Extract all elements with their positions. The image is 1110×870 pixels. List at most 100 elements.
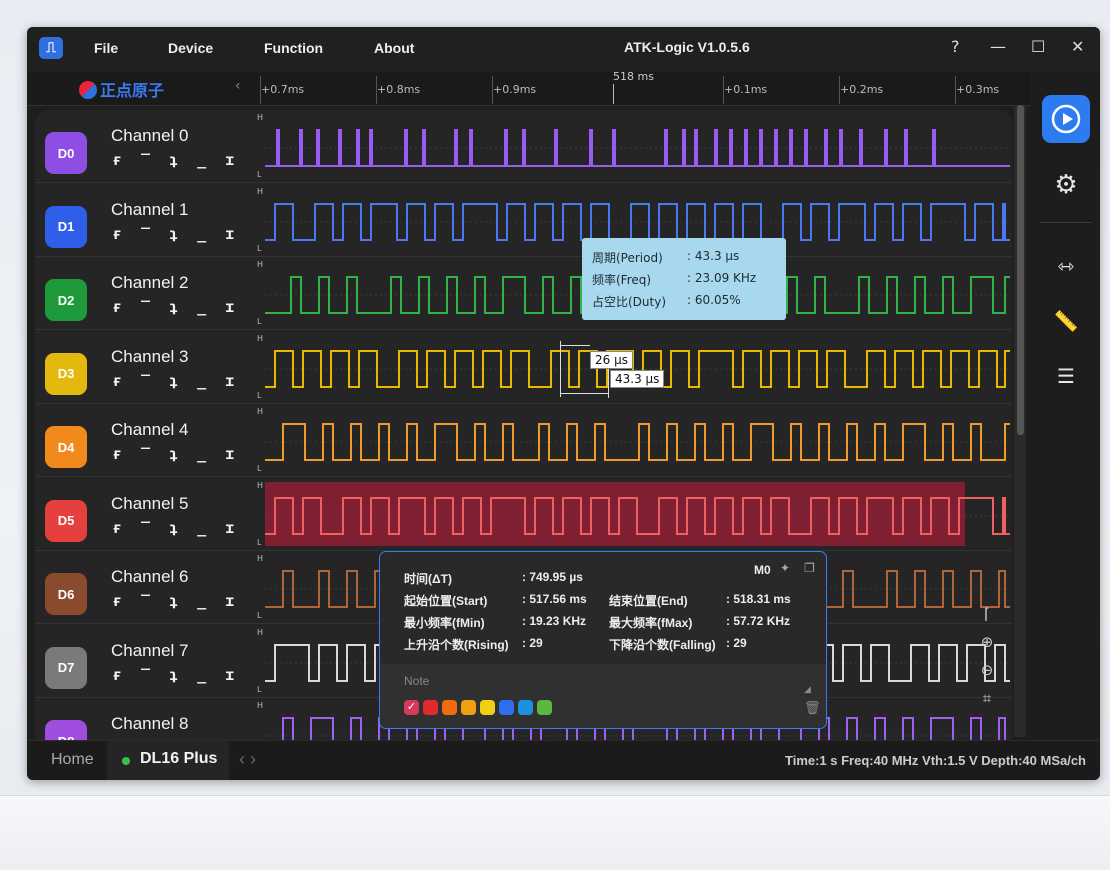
level-high-label: H — [257, 333, 264, 343]
tab-home[interactable]: Home — [51, 751, 94, 769]
tab-device[interactable]: DL16 Plus — [107, 741, 229, 780]
decoder-icon[interactable]: ⇿ — [1042, 242, 1090, 290]
channel-badge[interactable]: D5 — [45, 499, 87, 542]
channel-row[interactable]: D5 Channel 5 ғ ‾ ʇ _ ɪ H L — [35, 478, 1012, 551]
color-swatch[interactable] — [442, 700, 457, 715]
channel-badge[interactable]: D4 — [45, 426, 87, 468]
copy-icon[interactable]: ❐ — [804, 561, 815, 575]
level-high-label: H — [257, 554, 264, 563]
trigger-selector[interactable]: ғ ‾ ʇ _ ɪ — [113, 445, 239, 463]
channel-row[interactable]: D4 Channel 4 ғ ‾ ʇ _ ɪ H L — [35, 404, 1012, 477]
zoom-in-icon[interactable]: ⊕ — [975, 633, 999, 661]
zoom-out-icon[interactable]: ⊖ — [975, 661, 999, 689]
play-icon — [1051, 104, 1081, 134]
menu-function[interactable]: Function — [264, 40, 323, 56]
collapse-panel-icon[interactable]: ‹ — [235, 78, 241, 94]
waveform[interactable] — [265, 331, 1010, 404]
play-button[interactable] — [1042, 95, 1090, 143]
level-high-label: H — [257, 701, 264, 710]
level-low-label: L — [257, 390, 262, 400]
trigger-selector[interactable]: ғ ‾ ʇ _ ɪ — [113, 151, 239, 169]
fit-left-icon[interactable]: ⌈ — [975, 605, 999, 633]
pulse-width-line — [560, 345, 590, 346]
fmin-key: 最小频率(fMin) — [404, 616, 485, 630]
menu-file[interactable]: File — [94, 40, 118, 56]
minimize-button[interactable]: — — [990, 37, 1006, 56]
status-bar: Home DL16 Plus ‹ › Time:1 s Freq:40 MHz … — [27, 740, 1100, 780]
freq-value: : 23.09 KHz — [687, 271, 757, 285]
menu-device[interactable]: Device — [168, 40, 213, 56]
color-swatch[interactable] — [518, 700, 533, 715]
time-ruler[interactable]: 正点原子 ‹ +0.7ms +0.8ms +0.9ms 518 ms +0.1m… — [27, 70, 1030, 106]
channel-badge[interactable]: D7 — [45, 646, 87, 689]
channel-row[interactable]: D2 Channel 2 ғ ‾ ʇ _ ɪ H L — [35, 257, 1012, 330]
channel-badge[interactable]: D1 — [45, 205, 87, 248]
settings-icon[interactable]: ⚙ — [1042, 161, 1090, 209]
search-list-icon[interactable]: ☰ — [1042, 352, 1090, 400]
color-swatch[interactable] — [537, 700, 552, 715]
trigger-selector[interactable]: ғ ‾ ʇ _ ɪ — [113, 666, 239, 684]
trigger-selector[interactable]: ғ ‾ ʇ _ ɪ — [113, 298, 239, 316]
trigger-selector[interactable]: ғ ‾ ʇ _ ɪ — [113, 225, 239, 243]
channel-name[interactable]: Channel 0 — [111, 126, 189, 146]
fit-all-icon[interactable]: ⌗ — [975, 689, 999, 717]
channel-badge[interactable]: D6 — [45, 573, 87, 615]
channel-name[interactable]: Channel 2 — [111, 273, 189, 293]
channel-row[interactable]: D3 Channel 3 ғ ‾ ʇ _ ɪ H L — [35, 331, 1012, 404]
channel-badge[interactable]: D8 — [45, 720, 87, 740]
color-swatch[interactable] — [499, 700, 514, 715]
close-button[interactable]: ✕ — [1071, 37, 1084, 56]
channel-name[interactable]: Channel 4 — [111, 420, 189, 440]
color-swatch[interactable] — [461, 700, 476, 715]
channel-row[interactable]: D0 Channel 0 ғ ‾ ʇ _ ɪ H L — [35, 110, 1012, 183]
freq-key: 频率(Freq) — [592, 273, 652, 287]
period-tooltip: 周期(Period) : 43.3 µs 频率(Freq) : 23.09 KH… — [582, 238, 786, 320]
pin-icon[interactable]: ✦ — [780, 561, 790, 575]
resize-grip-icon[interactable]: ◢ — [804, 684, 811, 695]
trigger-selector[interactable]: ғ ‾ ʇ _ ɪ — [113, 592, 239, 610]
channel-badge[interactable]: D3 — [45, 352, 87, 395]
color-swatch[interactable] — [480, 700, 495, 715]
brand-text: 正点原子 — [100, 81, 165, 100]
ruler-measure-icon[interactable]: 📏 — [1042, 297, 1090, 345]
color-swatch-selected[interactable]: ✓ — [404, 700, 419, 715]
marker-label: M0 — [754, 563, 771, 577]
channel-name[interactable]: Channel 5 — [111, 494, 189, 514]
scrollbar-thumb[interactable] — [1017, 105, 1024, 435]
measurement-popup[interactable]: M0 ✦ ❐ 时间(ΔT) : 749.95 µs 起始位置(Start) : … — [379, 551, 827, 729]
waveform[interactable] — [265, 478, 1010, 551]
trash-icon[interactable]: 🗑 — [804, 700, 821, 716]
note-input[interactable]: Note — [404, 674, 429, 688]
channel-badge[interactable]: D0 — [45, 132, 87, 174]
channel-badge[interactable]: D2 — [45, 279, 87, 321]
waveform[interactable] — [265, 110, 1010, 183]
tick-label: +0.1ms — [724, 83, 768, 96]
maximize-button[interactable]: ☐ — [1031, 37, 1045, 56]
delta-time-key: 时间(ΔT) — [404, 572, 452, 586]
waveform[interactable] — [265, 404, 1010, 477]
tab-nav-arrows[interactable]: ‹ › — [239, 749, 256, 770]
channel-row[interactable]: D1 Channel 1 ғ ‾ ʇ _ ɪ H L — [35, 184, 1012, 257]
level-high-label: H — [257, 186, 264, 196]
menu-about[interactable]: About — [374, 40, 414, 56]
channel-name[interactable]: Channel 8 — [111, 714, 189, 734]
channel-name[interactable]: Channel 7 — [111, 641, 189, 661]
trigger-selector[interactable]: ғ ‾ ʇ _ ɪ — [113, 519, 239, 537]
rising-value: : 29 — [522, 636, 543, 650]
monitor-bezel — [0, 795, 1110, 870]
channel-name[interactable]: Channel 6 — [111, 567, 189, 587]
color-swatch[interactable] — [423, 700, 438, 715]
level-low-label: L — [257, 537, 262, 547]
level-low-label: L — [257, 464, 262, 473]
tick-label: +0.8ms — [377, 83, 421, 96]
level-high-label: H — [257, 627, 264, 637]
falling-value: : 29 — [726, 636, 747, 650]
channel-name[interactable]: Channel 1 — [111, 200, 189, 220]
trigger-selector[interactable]: ғ ‾ ʇ _ ɪ — [113, 372, 239, 390]
cursor-marker[interactable] — [613, 84, 614, 104]
note-area[interactable]: Note ◢ 🗑 ✓ — [380, 664, 826, 728]
level-low-label: L — [257, 170, 262, 179]
channel-name[interactable]: Channel 3 — [111, 347, 189, 367]
pulse-width-label: 26 µs — [590, 351, 633, 369]
help-button[interactable]: ? — [951, 37, 960, 56]
